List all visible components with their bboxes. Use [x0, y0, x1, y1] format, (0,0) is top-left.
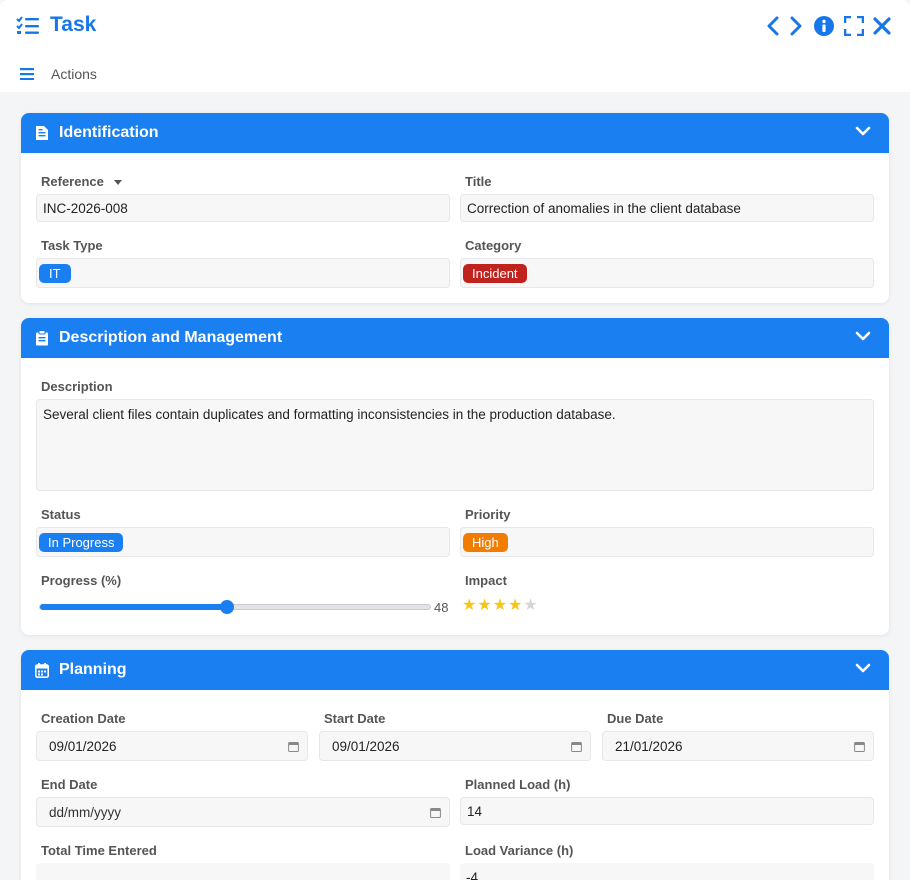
clipboard-icon [36, 330, 48, 346]
status-tag: In Progress [39, 532, 124, 552]
star-icon[interactable]: ★ [523, 598, 537, 614]
progress-fill [40, 604, 228, 610]
star-icon[interactable]: ★ [477, 598, 491, 614]
identification-header[interactable]: Identification [21, 113, 889, 153]
impact-rating[interactable]: ★ ★ ★ ★ ★ [462, 598, 538, 614]
previous-button[interactable] [762, 14, 784, 38]
category-tag: Incident [463, 263, 527, 283]
calendar-picker-icon[interactable] [571, 741, 582, 752]
expand-icon [844, 16, 864, 36]
task-type-tag: IT [39, 263, 71, 283]
creation-date-input[interactable]: 09/01/2026 [36, 731, 308, 761]
priority-field[interactable]: High [460, 527, 874, 557]
total-time-field [36, 863, 450, 880]
planned-load-input[interactable]: 14 [460, 797, 874, 825]
total-time-label: Total Time Entered [41, 843, 157, 858]
task-list-icon [16, 16, 39, 34]
caret-down-icon [113, 180, 122, 185]
chevron-down-icon [855, 663, 871, 673]
planning-section: Planning Creation Date 09/01/2026 Start … [21, 650, 889, 880]
actions-menu[interactable]: Actions [20, 64, 97, 84]
reference-label[interactable]: Reference [41, 174, 123, 189]
close-button[interactable] [871, 14, 893, 38]
description-section: Description and Management Description S… [21, 318, 889, 635]
progress-slider-thumb[interactable] [220, 600, 235, 614]
fullscreen-button[interactable] [843, 14, 865, 38]
progress-label: Progress (%) [41, 573, 122, 588]
status-field[interactable]: In Progress [36, 527, 450, 557]
next-button[interactable] [785, 14, 807, 38]
planning-header[interactable]: Planning [21, 650, 889, 690]
task-type-label: Task Type [41, 238, 103, 253]
star-icon[interactable]: ★ [508, 598, 522, 614]
star-icon[interactable]: ★ [462, 598, 476, 614]
status-label: Status [41, 507, 81, 522]
load-variance-field: -4 [460, 863, 874, 880]
priority-tag: High [463, 532, 508, 552]
progress-value: 48 [434, 600, 449, 615]
star-icon[interactable]: ★ [493, 598, 507, 614]
info-button[interactable] [813, 14, 835, 38]
start-date-input[interactable]: 09/01/2026 [319, 731, 591, 761]
category-label: Category [465, 238, 522, 253]
identification-title: Identification [59, 124, 159, 141]
due-date-input[interactable]: 21/01/2026 [602, 731, 874, 761]
title-field[interactable]: Correction of anomalies in the client da… [460, 194, 874, 222]
calendar-picker-icon[interactable] [430, 807, 441, 818]
calendar-icon [35, 662, 49, 678]
hamburger-menu-icon [20, 68, 34, 80]
actions-label: Actions [51, 66, 97, 82]
creation-date-label: Creation Date [41, 711, 126, 726]
title-bar: Task Actions [0, 0, 910, 92]
chevron-right-icon [790, 16, 802, 36]
identification-section: Identification Reference INC-2026-008 Ti… [21, 113, 889, 303]
close-icon [873, 17, 891, 35]
start-date-label: Start Date [324, 711, 386, 726]
description-textarea[interactable]: Several client files contain duplicates … [36, 399, 874, 491]
reference-field[interactable]: INC-2026-008 [36, 194, 450, 222]
task-type-field[interactable]: IT [36, 258, 450, 288]
window-title: Task [50, 13, 97, 36]
end-date-label: End Date [41, 777, 98, 792]
chevron-left-icon [767, 16, 779, 36]
calendar-picker-icon[interactable] [288, 741, 299, 752]
priority-label: Priority [465, 507, 511, 522]
description-label: Description [41, 379, 113, 394]
document-icon [36, 126, 48, 140]
description-title: Description and Management [59, 329, 283, 346]
chevron-down-icon [855, 331, 871, 341]
task-window: Task Actions Identification Reference IN… [0, 0, 910, 880]
category-field[interactable]: Incident [460, 258, 874, 288]
load-variance-label: Load Variance (h) [465, 843, 574, 858]
planned-load-label: Planned Load (h) [465, 777, 571, 792]
calendar-picker-icon[interactable] [854, 741, 865, 752]
due-date-label: Due Date [607, 711, 664, 726]
chevron-down-icon [855, 126, 871, 136]
progress-slider[interactable] [39, 600, 431, 614]
planning-title: Planning [59, 661, 127, 678]
impact-label: Impact [465, 573, 507, 588]
end-date-input[interactable]: dd/mm/yyyy [36, 797, 450, 827]
description-header[interactable]: Description and Management [21, 318, 889, 358]
title-label: Title [465, 174, 492, 189]
info-icon [814, 16, 834, 36]
